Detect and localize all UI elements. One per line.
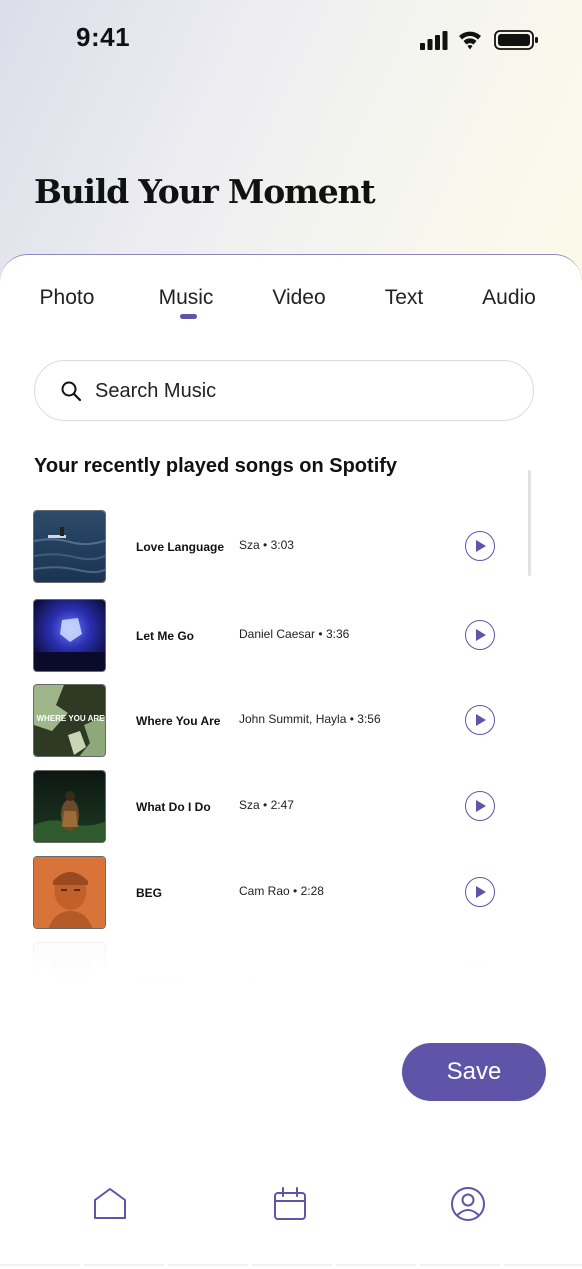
album-cover xyxy=(33,942,106,980)
song-meta: Sza • 2:47 xyxy=(239,798,294,812)
album-cover: WHERE YOU ARE xyxy=(33,684,106,757)
play-button[interactable] xyxy=(465,963,495,980)
play-button[interactable] xyxy=(465,705,495,735)
song-meta: John Summit, Hayla • 3:56 xyxy=(239,712,381,726)
active-tab-indicator xyxy=(180,314,197,319)
search-bar[interactable] xyxy=(34,360,534,421)
tab-video[interactable]: Video xyxy=(272,286,325,310)
cover-text: WHERE YOU ARE xyxy=(36,714,105,723)
song-row[interactable]: Love Language Sza • 3:03 xyxy=(0,510,582,586)
song-row[interactable]: BEG Cam Rao • 2:28 xyxy=(0,856,582,932)
play-icon xyxy=(476,540,486,552)
song-title: What Do I Do xyxy=(136,800,211,814)
play-icon xyxy=(476,800,486,812)
tab-text[interactable]: Text xyxy=(385,286,424,310)
search-input[interactable] xyxy=(93,375,497,407)
play-icon xyxy=(476,714,486,726)
nav-calendar[interactable] xyxy=(270,1184,310,1224)
save-button[interactable]: Save xyxy=(402,1043,546,1101)
status-icons xyxy=(420,30,538,50)
wifi-icon xyxy=(459,31,481,50)
play-button[interactable] xyxy=(465,620,495,650)
play-button[interactable] xyxy=(465,791,495,821)
song-row[interactable] xyxy=(0,942,582,980)
page-title: Build Your Moment xyxy=(34,172,376,211)
song-list: Love Language Sza • 3:03 Let Me Go Danie… xyxy=(0,500,582,980)
tab-music[interactable]: Music xyxy=(159,286,214,310)
status-time: 9:41 xyxy=(76,22,131,52)
section-title: Your recently played songs on Spotify xyxy=(34,455,398,477)
search-icon xyxy=(61,381,82,402)
song-title: Let Me Go xyxy=(136,629,195,643)
play-button[interactable] xyxy=(465,531,495,561)
battery-icon xyxy=(494,30,538,50)
nav-profile[interactable] xyxy=(448,1184,488,1224)
song-title-placeholder xyxy=(136,974,186,980)
album-cover xyxy=(33,510,106,583)
home-indicator xyxy=(0,1264,582,1266)
play-icon xyxy=(476,629,486,641)
song-row[interactable]: Let Me Go Daniel Caesar • 3:36 xyxy=(0,599,582,675)
song-title: Love Language xyxy=(136,540,225,554)
cellular-signal-icon xyxy=(420,31,448,50)
tab-photo[interactable]: Photo xyxy=(40,286,95,310)
song-meta: Cam Rao • 2:28 xyxy=(239,884,324,898)
media-tabs: Photo Music Video Text Audio xyxy=(0,286,582,326)
nav-home[interactable] xyxy=(90,1184,130,1224)
status-bar: 9:41 xyxy=(0,0,582,80)
play-icon xyxy=(476,886,486,898)
calendar-icon xyxy=(274,1187,306,1220)
album-cover xyxy=(33,770,106,843)
song-meta-placeholder xyxy=(239,974,365,980)
song-title: Where You Are xyxy=(136,714,221,728)
song-meta: Daniel Caesar • 3:36 xyxy=(239,627,350,641)
play-button[interactable] xyxy=(465,877,495,907)
home-icon xyxy=(94,1188,126,1219)
profile-icon xyxy=(451,1187,485,1221)
tab-audio[interactable]: Audio xyxy=(482,286,536,310)
song-row[interactable]: What Do I Do Sza • 2:47 xyxy=(0,770,582,846)
song-meta: Sza • 3:03 xyxy=(239,538,294,552)
album-cover xyxy=(33,599,106,672)
album-cover xyxy=(33,856,106,929)
song-row[interactable]: WHERE YOU ARE Where You Are John Summit,… xyxy=(0,684,582,760)
song-title: BEG xyxy=(136,886,163,900)
